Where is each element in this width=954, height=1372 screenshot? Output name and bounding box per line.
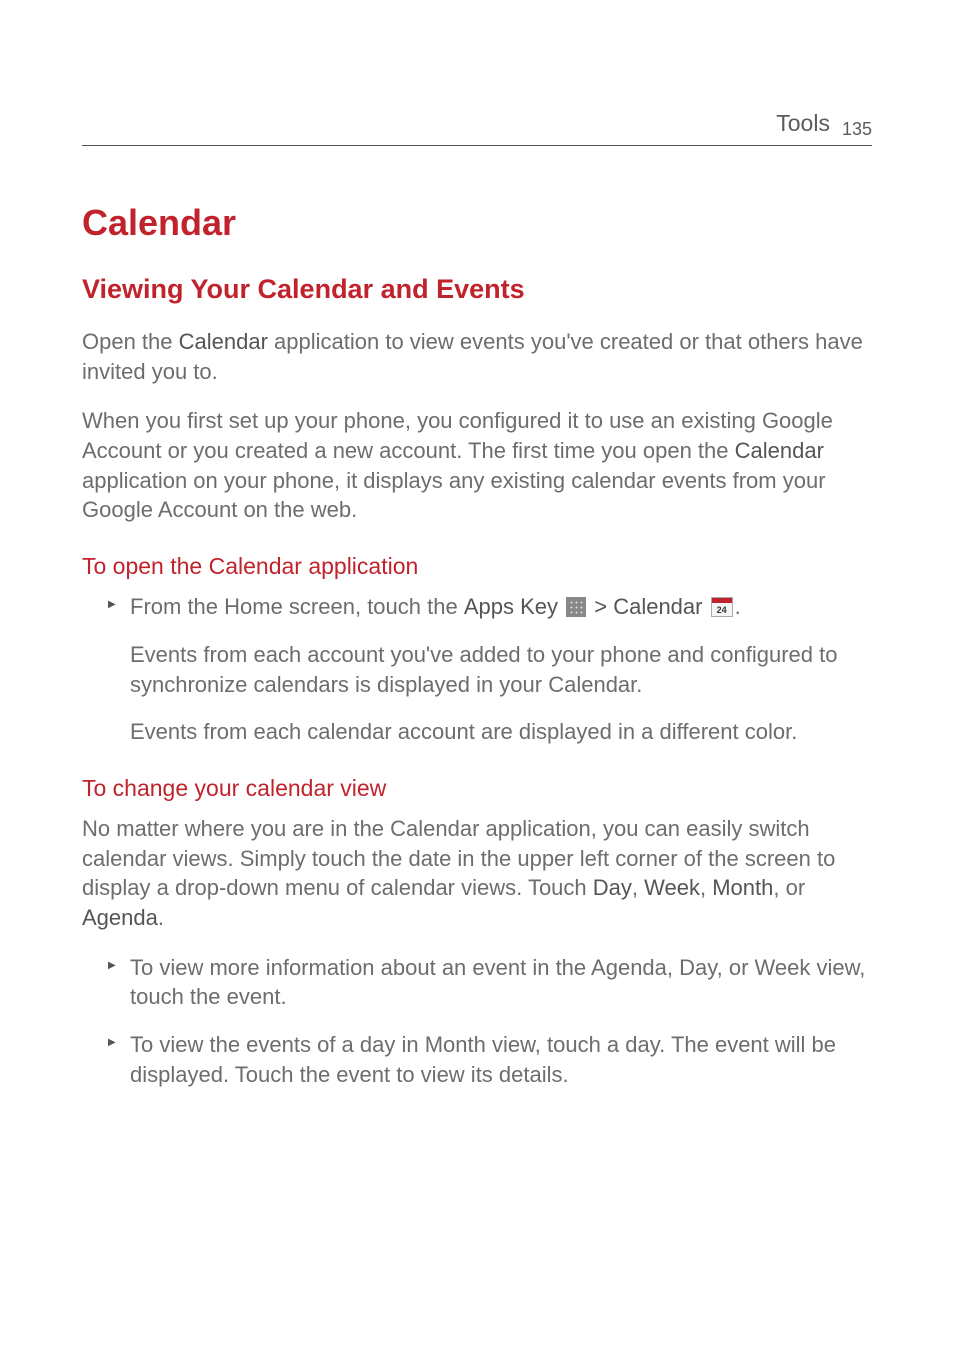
page-header: Tools 135: [82, 110, 872, 146]
paragraph-events-accounts: Events from each account you've added to…: [82, 640, 872, 699]
text-fragment: .: [735, 594, 741, 619]
page-content: Tools 135 Calendar Viewing Your Calendar…: [0, 0, 954, 1089]
text-strong-calendar: Calendar: [613, 594, 702, 619]
paragraph-first-setup: When you first set up your phone, you co…: [82, 406, 872, 525]
text-strong-agenda: Agenda: [82, 905, 158, 930]
paragraph-open-calendar: Open the Calendar application to view ev…: [82, 327, 872, 386]
text-fragment: .: [158, 905, 164, 930]
bullet-view-more-info: To view more information about an event …: [82, 953, 872, 1012]
text-strong-apps-key: Apps Key: [464, 594, 558, 619]
heading-viewing-calendar: Viewing Your Calendar and Events: [82, 274, 872, 305]
text-fragment: >: [588, 594, 613, 619]
bullet-from-home-screen: From the Home screen, touch the Apps Key…: [82, 592, 872, 622]
paragraph-change-view: No matter where you are in the Calendar …: [82, 814, 872, 933]
paragraph-events-colors: Events from each calendar account are di…: [82, 717, 872, 747]
heading-calendar: Calendar: [82, 202, 872, 244]
text-strong-month: Month: [712, 875, 773, 900]
text-fragment: When you first set up your phone, you co…: [82, 408, 833, 463]
text-fragment: application on your phone, it displays a…: [82, 468, 826, 523]
text-fragment: ,: [632, 875, 644, 900]
text-fragment: Open the: [82, 329, 179, 354]
text-strong-calendar: Calendar: [735, 438, 824, 463]
calendar-icon: [711, 597, 733, 617]
text-fragment: , or: [773, 875, 805, 900]
text-strong-calendar: Calendar: [179, 329, 268, 354]
text-strong-week: Week: [644, 875, 700, 900]
text-strong-day: Day: [593, 875, 632, 900]
apps-key-icon: [566, 597, 586, 617]
text-fragment: ,: [700, 875, 712, 900]
heading-change-calendar-view: To change your calendar view: [82, 775, 872, 802]
text-fragment: From the Home screen, touch the: [130, 594, 464, 619]
heading-open-calendar-app: To open the Calendar application: [82, 553, 872, 580]
bullet-view-month-events: To view the events of a day in Month vie…: [82, 1030, 872, 1089]
header-page-number: 135: [842, 119, 872, 140]
header-section-label: Tools: [776, 110, 830, 137]
